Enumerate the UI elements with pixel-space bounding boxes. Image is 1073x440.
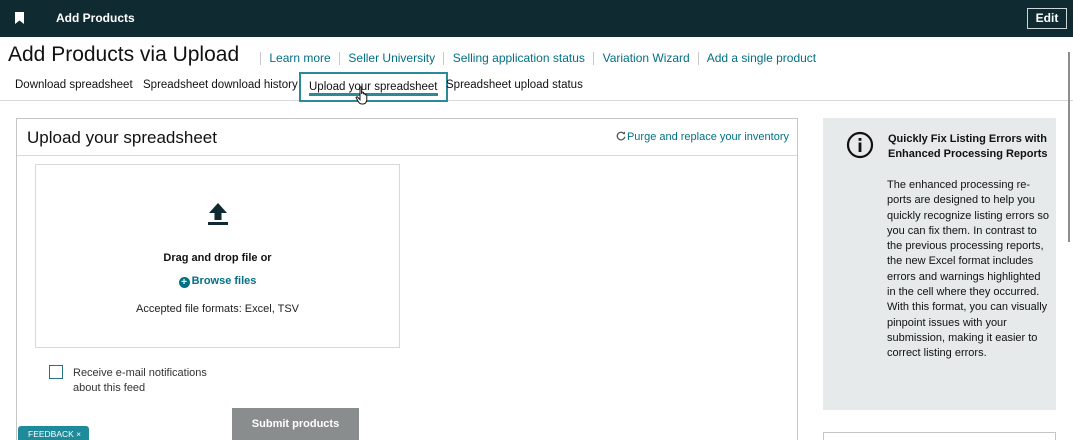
purge-inventory-link[interactable]: Purge and replace your inventory: [616, 131, 789, 143]
tab-upload-your-spreadsheet[interactable]: Upload your spreadsheet: [299, 72, 448, 102]
file-drop-zone[interactable]: Drag and drop file or + Browse files Acce…: [35, 164, 400, 348]
tab-download-spreadsheet[interactable]: Download spreadsheet: [15, 79, 133, 91]
add-single-product-link[interactable]: Add a single product: [707, 51, 816, 65]
upload-panel-title: Upload your spreadsheet: [27, 128, 217, 147]
lower-panel: [823, 432, 1056, 440]
bookmark-icon[interactable]: [15, 12, 24, 24]
page-scrollbar[interactable]: [1067, 37, 1073, 440]
feedback-tab[interactable]: FEEDBACK ×: [18, 426, 89, 440]
tab-spreadsheet-upload-status[interactable]: Spreadsheet upload status: [446, 79, 583, 91]
tab-bar: Download spreadsheet Spreadsheet downloa…: [0, 72, 1073, 102]
top-bar: Add Products Edit: [0, 0, 1073, 37]
divider: [260, 52, 261, 66]
tab-label: Upload your spreadsheet: [309, 81, 438, 93]
info-body: The enhanced processing re-ports are des…: [887, 179, 1050, 360]
divider: [339, 52, 341, 66]
page-title: Add Products via Upload: [8, 43, 240, 66]
tab-spreadsheet-download-history[interactable]: Spreadsheet download history: [143, 79, 298, 91]
info-heading: Quickly Fix Listing Errors with Enhanced…: [888, 133, 1048, 161]
divider: [698, 52, 700, 66]
accepted-formats-text: Accepted file formats: Excel, TSV: [135, 303, 300, 315]
hand-pointer-icon: [355, 86, 368, 105]
divider: [593, 52, 595, 66]
active-tab-underline: [309, 93, 438, 96]
app-title: Add Products: [56, 11, 135, 25]
quick-links: Learn more Seller University Selling app…: [255, 51, 816, 66]
browse-files-link[interactable]: + Browse files: [36, 275, 399, 288]
upload-panel-header: Upload your spreadsheet Purge and replac…: [17, 119, 797, 156]
learn-more-link[interactable]: Learn more: [269, 51, 330, 65]
divider: [443, 52, 445, 66]
edit-button[interactable]: Edit: [1027, 8, 1067, 29]
seller-university-link[interactable]: Seller University: [348, 51, 435, 65]
submit-products-button[interactable]: Submit products: [232, 408, 359, 440]
upload-arrow-icon: [208, 203, 228, 225]
info-panel: Quickly Fix Listing Errors with Enhanced…: [823, 118, 1056, 410]
drag-drop-text: Drag and drop file or: [163, 252, 272, 264]
email-notification-label[interactable]: Receive e-mail notifications about this …: [73, 366, 233, 396]
variation-wizard-link[interactable]: Variation Wizard: [603, 51, 690, 65]
refresh-icon: [616, 131, 626, 141]
plus-circle-icon: +: [178, 277, 190, 288]
email-notification-checkbox[interactable]: [49, 365, 63, 379]
info-circle-icon: [846, 131, 874, 159]
scrollbar-thumb[interactable]: [1068, 52, 1070, 242]
browse-files-label: Browse files: [191, 275, 257, 287]
selling-application-status-link[interactable]: Selling application status: [453, 51, 585, 65]
purge-inventory-label: Purge and replace your inventory: [626, 131, 789, 143]
